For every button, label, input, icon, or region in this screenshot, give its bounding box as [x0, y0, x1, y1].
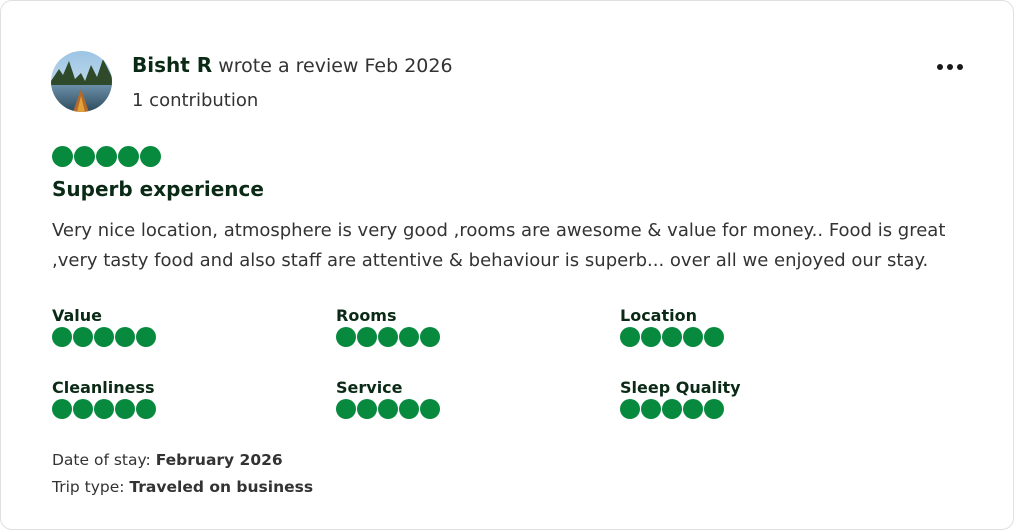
subrating-label: Service	[336, 378, 403, 397]
rating-bubble-icon	[52, 399, 72, 419]
more-options-icon	[937, 64, 943, 70]
rating-bubble-icon	[94, 399, 114, 419]
rating-bubble-icon	[357, 399, 377, 419]
review-card: Bisht R wrote a review Feb 2026 1 contri…	[0, 0, 1014, 530]
rating-bubble-icon	[115, 399, 135, 419]
subrating-bubbles	[620, 327, 860, 347]
rating-bubble-icon	[620, 327, 640, 347]
rating-bubble-icon	[73, 399, 93, 419]
rating-bubble-icon	[662, 327, 682, 347]
more-options-icon	[947, 64, 953, 70]
rating-bubble-icon	[641, 399, 661, 419]
subrating-bubbles	[52, 327, 292, 347]
subrating-label: Sleep Quality	[620, 378, 741, 397]
subrating-item: Rooms	[336, 306, 576, 347]
subrating-label: Value	[52, 306, 103, 325]
rating-bubble-icon	[399, 327, 419, 347]
subrating-label: Location	[620, 306, 697, 325]
rating-bubble-icon	[336, 399, 356, 419]
rating-bubble-icon	[704, 327, 724, 347]
rating-bubble-icon	[420, 399, 440, 419]
review-title[interactable]: Superb experience	[52, 177, 264, 201]
subrating-item: Service	[336, 378, 576, 419]
contribution-count: 1 contribution	[132, 90, 259, 111]
subrating-item: Location	[620, 306, 860, 347]
avatar[interactable]	[51, 51, 112, 112]
rating-bubble-icon	[118, 146, 139, 167]
subrating-item: Value	[52, 306, 292, 347]
rating-bubble-icon	[136, 399, 156, 419]
rating-bubble-icon	[52, 146, 73, 167]
trip-type-value: Traveled on business	[129, 478, 314, 496]
rating-bubble-icon	[683, 327, 703, 347]
subrating-label: Cleanliness	[52, 378, 155, 397]
rating-bubble-icon	[620, 399, 640, 419]
date-of-stay: Date of stay: February 2026	[52, 451, 283, 469]
rating-bubble-icon	[357, 327, 377, 347]
rating-bubble-icon	[96, 146, 117, 167]
rating-bubble-icon	[74, 146, 95, 167]
reviewer-name[interactable]: Bisht R	[132, 53, 212, 77]
rating-bubble-icon	[136, 327, 156, 347]
rating-bubble-icon	[683, 399, 703, 419]
trip-type-label: Trip type:	[52, 478, 125, 496]
more-options-button[interactable]	[935, 59, 965, 75]
subrating-label: Rooms	[336, 306, 397, 325]
rating-bubble-icon	[336, 327, 356, 347]
rating-bubble-icon	[662, 399, 682, 419]
subrating-bubbles	[336, 327, 576, 347]
rating-bubble-icon	[378, 399, 398, 419]
subrating-item: Cleanliness	[52, 378, 292, 419]
rating-bubble-icon	[378, 327, 398, 347]
subrating-item: Sleep Quality	[620, 378, 860, 419]
subrating-bubbles	[336, 399, 576, 419]
rating-bubble-icon	[52, 327, 72, 347]
review-date-text: wrote a review Feb 2026	[218, 55, 453, 77]
rating-bubble-icon	[115, 327, 135, 347]
more-options-icon	[957, 64, 963, 70]
rating-bubble-icon	[73, 327, 93, 347]
rating-bubble-icon	[399, 399, 419, 419]
rating-bubble-icon	[704, 399, 724, 419]
date-of-stay-value: February 2026	[155, 451, 283, 469]
subrating-bubbles	[52, 399, 292, 419]
review-text: Very nice location, atmosphere is very g…	[52, 220, 946, 271]
trip-type: Trip type: Traveled on business	[52, 478, 313, 496]
date-of-stay-label: Date of stay:	[52, 451, 151, 469]
subrating-bubbles	[620, 399, 860, 419]
overall-rating-bubbles	[52, 146, 161, 167]
rating-bubble-icon	[94, 327, 114, 347]
rating-bubble-icon	[140, 146, 161, 167]
rating-bubble-icon	[420, 327, 440, 347]
reviewer-line: Bisht R wrote a review Feb 2026	[132, 53, 453, 77]
rating-bubble-icon	[641, 327, 661, 347]
